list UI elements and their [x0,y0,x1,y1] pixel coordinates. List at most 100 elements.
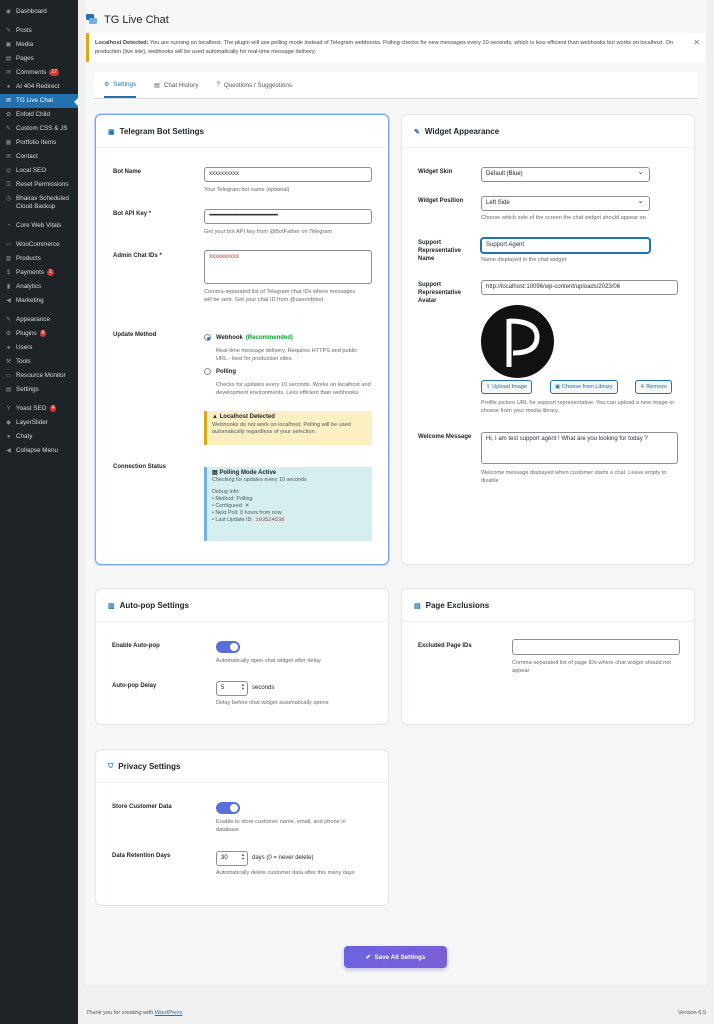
sidebar-item-resource-monitor[interactable]: ▭ Resource Monitor [0,369,78,383]
bot-name-desc: Your Telegram bot name (optional) [204,187,290,193]
avatar-label: Support Representative Avatar [418,282,462,304]
sidebar-item-label: Reset Permissions [16,181,69,188]
sidebar-item-ai-404-redirect[interactable]: ● AI 404 Redirect [0,80,78,94]
delay-stepper[interactable]: 5 ▲ ▼ [216,681,248,696]
avatar-url-input[interactable]: http://localhost:10096/wp-content/upload… [481,280,678,295]
autopop-toggle[interactable] [216,641,240,653]
radio-unselected[interactable] [204,368,211,375]
redirect-icon: ● [6,84,11,90]
sidebar-item-contact[interactable]: ✉ Contact [0,150,78,164]
sidebar-item-local-seo[interactable]: ◎ Local SEO [0,164,78,178]
sidebar-item-media[interactable]: ▣ Media [0,38,78,52]
delay-desc: Delay before chat widget automatically o… [216,700,329,706]
skin-label: Widget Skin [418,169,453,175]
polling-radio[interactable]: Polling [204,368,236,375]
sidebar-item-label: Contact [16,153,38,160]
retention-label: Data Retention Days [112,853,171,859]
tab-chat-history[interactable]: ▤ Chat History [154,74,198,97]
localhost-warning: ▲ Localhost Detected Webhooks do not wor… [204,411,372,445]
store-data-toggle[interactable] [216,802,240,814]
sidebar-item-appearance[interactable]: ✎ Appearance [0,313,78,327]
chat-logo-icon [86,14,98,26]
upload-image-button[interactable]: ⇪ Upload Image [481,380,533,394]
position-select[interactable]: Left Side [481,196,650,211]
sidebar-item-layerslider[interactable]: ◆ LayerSlider [0,416,78,430]
sidebar-item-custom-css-js[interactable]: ✎ Custom CSS & JS [0,122,78,136]
save-label: Save All Settings [374,953,426,961]
choose-library-button[interactable]: ▣ Choose from Library [550,380,618,394]
save-all-settings-button[interactable]: ✔ Save All Settings [344,946,447,968]
sidebar-item-enfold-child[interactable]: ✿ Enfold Child [0,108,78,122]
retention-stepper[interactable]: 30 ▲ ▼ [216,851,248,866]
sidebar-item-bhairav-scheduled-cloud-backup[interactable]: ◷ Bhairav Scheduled Cloud Backup [0,192,78,214]
sidebar-item-plugins[interactable]: ⚙ Plugins 6 [0,327,78,341]
debug-configured: • Configured: ✕ [212,503,250,509]
stepper-arrows-icon[interactable]: ▲ ▼ [241,853,245,861]
tab-settings[interactable]: ⚙ Settings [104,73,137,98]
sidebar-item-dashboard[interactable]: ◉ Dashboard [0,0,78,19]
remove-avatar-button[interactable]: ✕ Remove [635,380,673,394]
sidebar-item-label: Media [16,41,34,48]
collapse-icon: ◀ [6,448,11,454]
code-icon: ✎ [5,126,12,132]
card-title: ✎ Widget Appearance [414,127,499,136]
sidebar-item-chaty[interactable]: ● Chaty [0,430,78,444]
skin-select[interactable]: Default (Blue) [481,167,650,182]
sidebar-item-label: Settings [16,386,39,393]
wordpress-link[interactable]: WordPress [155,1010,183,1016]
webhook-radio[interactable]: Webhook (Recommended) [204,334,293,341]
welcome-desc: Welcome message displayed when customer … [481,470,667,484]
warning-title: ▲ Localhost Detected [212,414,367,421]
bot-name-input[interactable]: xxxxxxxxxx [204,167,372,182]
settings-icon: ▤ [5,387,12,393]
sidebar-item-portfolio-items[interactable]: ▦ Portfolio Items [0,136,78,150]
dashboard-icon: ◉ [5,9,12,15]
dismiss-icon[interactable]: ✕ [693,38,700,47]
yoast-icon: Y [6,406,11,412]
sidebar-item-label: Products [16,255,41,262]
sidebar-item-woocommerce[interactable]: ▭ WooCommerce [0,238,78,252]
card-title-text: Widget Appearance [424,127,500,136]
sidebar-item-yoast-seo[interactable]: Y Yoast SEO 4 [0,402,78,416]
notice-text: You are running on localhost. The plugin… [95,40,674,55]
sidebar-item-users[interactable]: ● Users [0,341,78,355]
radio-selected[interactable] [204,334,211,341]
sidebar-item-collapse-menu[interactable]: ◀ Collapse Menu [0,444,78,458]
tab-label: Questions / Suggestions [223,81,293,89]
tab-questions[interactable]: ? Questions / Suggestions [216,74,292,97]
users-icon: ● [6,345,11,351]
connection-status-box: ▤ Polling Mode Active Checking for updat… [204,467,372,541]
sidebar-item-settings[interactable]: ▤ Settings [0,383,78,397]
sidebar-item-tg-live-chat[interactable]: ✉ TG Live Chat [0,94,78,108]
sidebar-item-tools[interactable]: ⚒ Tools [0,355,78,369]
stepper-arrows-icon[interactable]: ▲ ▼ [241,683,245,691]
localhost-notice: Localhost Detected: You are running on l… [86,33,706,62]
api-key-input[interactable]: ••••••••••••••••••••••••••••••••••••••••… [204,209,372,224]
welcome-textarea[interactable]: Hi, I am test support agent ! What are y… [481,432,678,464]
avatar-logo-icon [506,318,540,367]
card-title: ▤ Page Exclusions [414,601,489,610]
sidebar-item-label: Dashboard [16,8,47,15]
store-data-label: Store Customer Data [112,804,172,810]
layerslider-icon: ◆ [6,420,11,426]
sidebar-item-products[interactable]: ▥ Products [0,252,78,266]
retention-value: 30 [221,855,228,861]
chat-ids-textarea[interactable]: xxxxxxxxxx [204,250,372,284]
delay-value: 5 [221,685,225,691]
marketing-icon: ◀ [6,298,11,304]
sidebar-item-core-web-vitals[interactable]: ◔ Core Web Vitals [0,219,78,233]
divider [402,147,694,148]
remove-label: Remove [646,384,668,390]
card-title: ▣ Telegram Bot Settings [108,127,204,136]
sidebar-item-payments[interactable]: $ Payments 1 [0,266,78,280]
divider [96,782,388,783]
rep-name-input[interactable]: Support Agent [481,238,650,253]
sidebar-item-marketing[interactable]: ◀ Marketing [0,294,78,308]
sidebar-item-comments[interactable]: ✉ Comments 17 [0,66,78,80]
sidebar-item-posts[interactable]: ✎ Posts [0,24,78,38]
sidebar-item-analytics[interactable]: ▮ Analytics [0,280,78,294]
sidebar-item-reset-permissions[interactable]: ⚿ Reset Permissions [0,178,78,192]
excluded-ids-input[interactable] [512,639,680,655]
library-icon: ▣ [555,384,562,390]
sidebar-item-pages[interactable]: ▤ Pages [0,52,78,66]
